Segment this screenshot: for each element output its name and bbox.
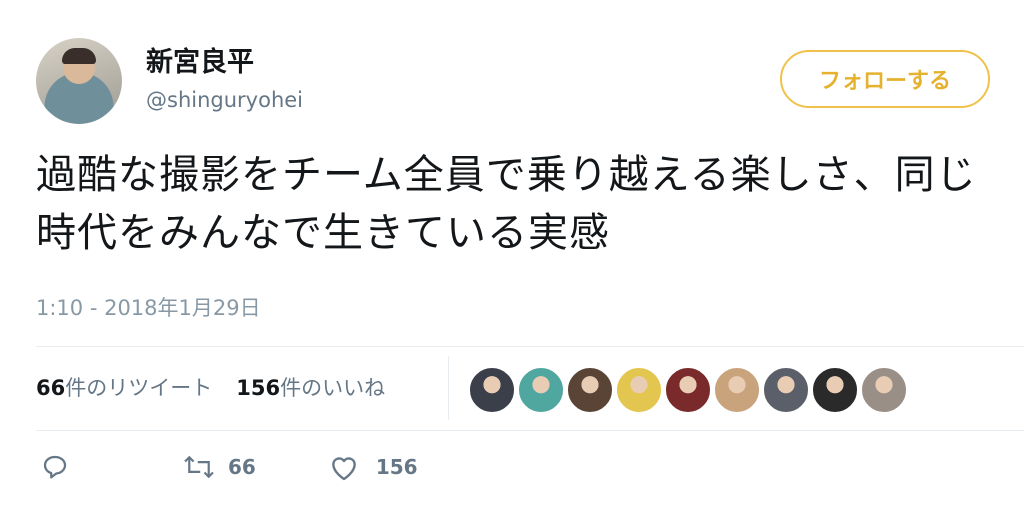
tweet-actions: 66 156 [40, 452, 418, 482]
like-button[interactable]: 156 [328, 452, 418, 482]
retweet-icon [184, 455, 214, 479]
tweet-timestamp[interactable]: 1:10 - 2018年1月29日 [36, 292, 261, 322]
liker-avatar[interactable] [566, 366, 614, 414]
retweets-stat[interactable]: 66件のリツイート [36, 372, 212, 402]
liker-avatars [468, 366, 909, 414]
divider-bottom [36, 430, 1024, 431]
stats-separator [448, 356, 449, 420]
liker-avatar[interactable] [517, 366, 565, 414]
user-avatar[interactable] [36, 38, 122, 124]
liker-avatar[interactable] [762, 366, 810, 414]
retweets-count: 66 [36, 376, 66, 400]
display-name[interactable]: 新宮良平 [146, 40, 254, 79]
likes-stat[interactable]: 156件のいいね [236, 372, 385, 402]
user-handle[interactable]: @shinguryohei [146, 88, 303, 112]
avatar-hat [62, 48, 96, 64]
liker-avatar[interactable] [811, 366, 859, 414]
tweet-text: 過酷な撮影をチーム全員で乗り越える楽しさ、同じ時代をみんなで生きている実感 [36, 152, 977, 256]
liker-avatar[interactable] [615, 366, 663, 414]
heart-icon [331, 457, 356, 481]
reply-icon [43, 455, 67, 479]
retweets-label: 件のリツイート [65, 376, 213, 400]
reply-button[interactable] [40, 452, 70, 482]
liker-avatar[interactable] [664, 366, 712, 414]
likes-count: 156 [236, 376, 281, 400]
like-count: 156 [375, 455, 418, 479]
engagement-stats: 66件のリツイート 156件のいいね [36, 372, 385, 402]
liker-avatar[interactable] [713, 366, 761, 414]
follow-button[interactable]: フォローする [780, 50, 990, 108]
likes-label: 件のいいね [280, 376, 386, 400]
divider-top [36, 346, 1024, 347]
retweet-count: 66 [228, 455, 256, 479]
liker-avatar[interactable] [860, 366, 908, 414]
retweet-button[interactable]: 66 [182, 452, 256, 482]
liker-avatar[interactable] [468, 366, 516, 414]
